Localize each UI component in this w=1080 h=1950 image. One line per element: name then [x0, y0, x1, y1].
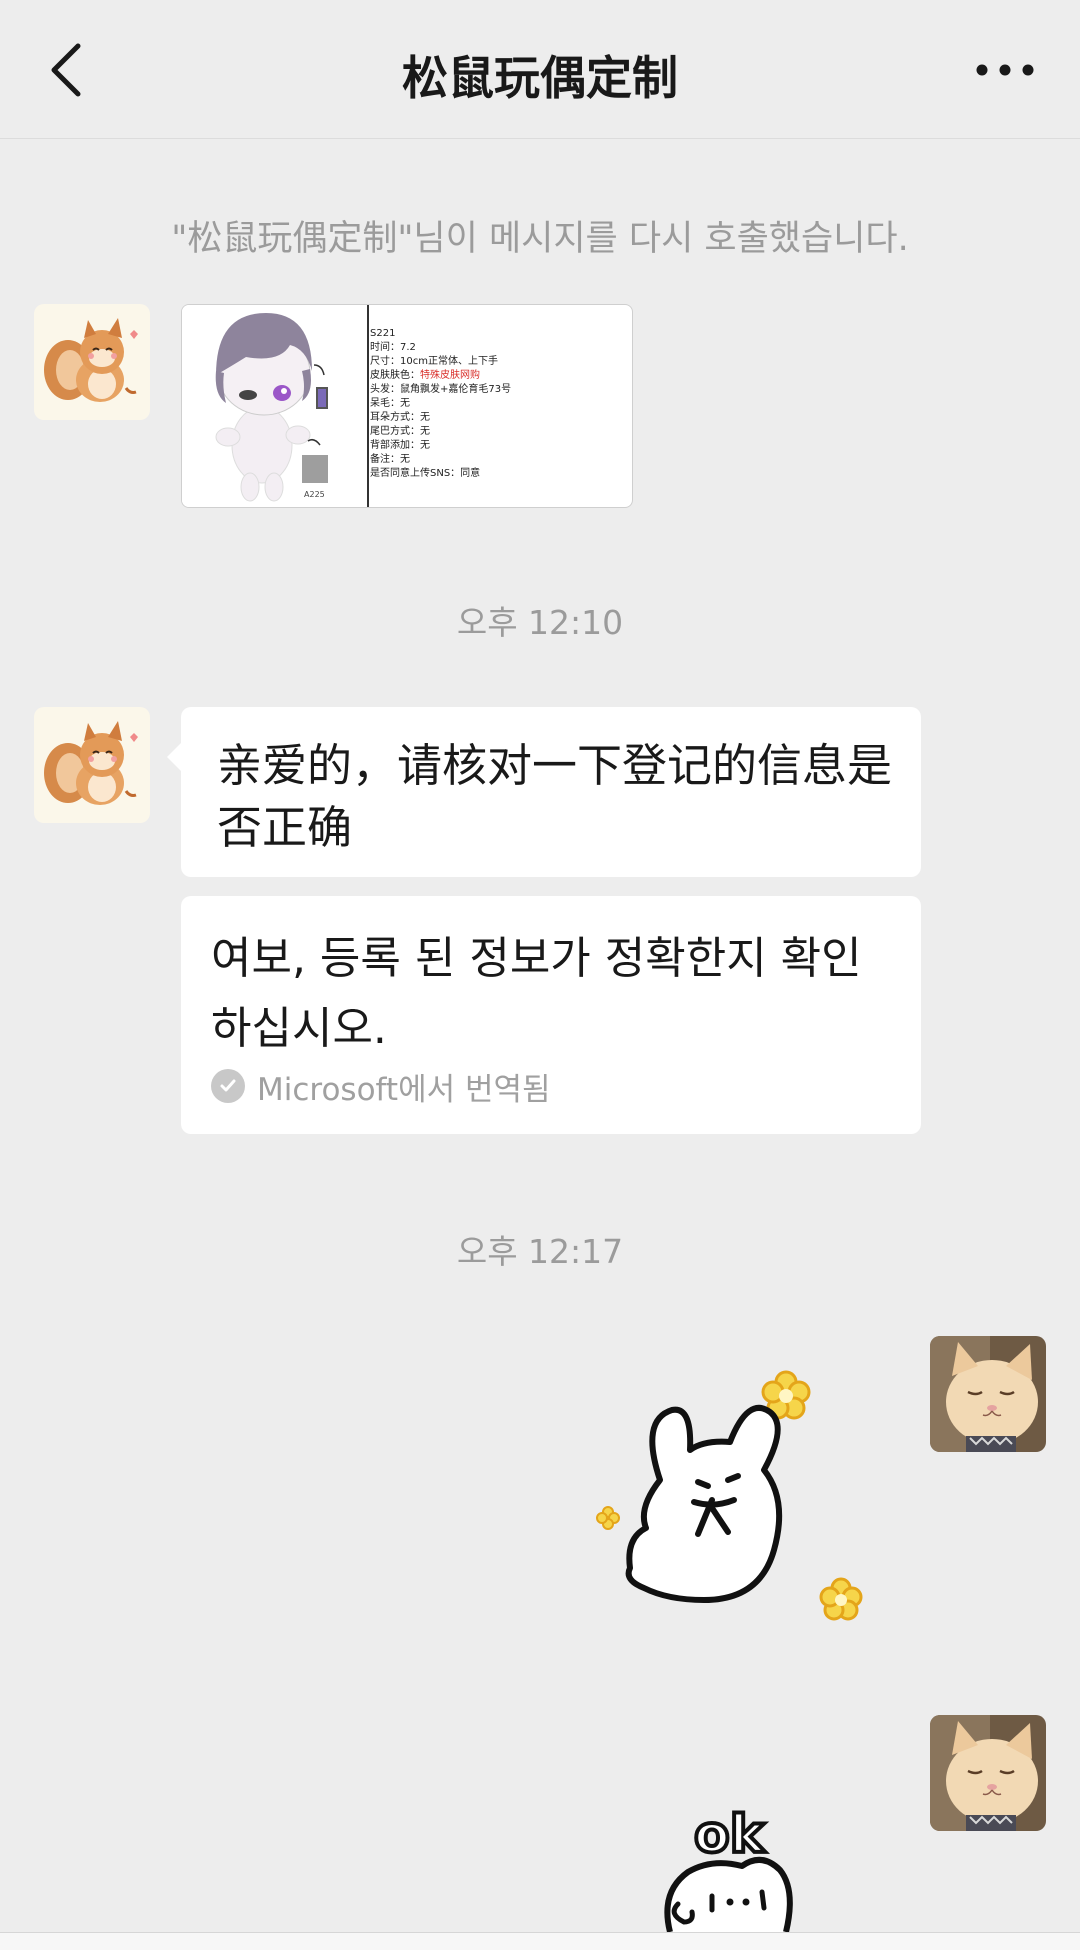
translation-text: 여보, 등록 된 정보가 정확한지 확인하십시오.	[211, 933, 862, 1054]
chat-title: 松鼠玩偶定制	[402, 51, 678, 105]
flower-icon	[819, 1577, 863, 1621]
recall-notice: "松鼠玩偶定制"님이 메시지를 다시 호출했습니다.	[171, 219, 909, 259]
check-circle-icon	[211, 1069, 245, 1103]
timestamp: 오후 12:17	[456, 1232, 624, 1271]
my-avatar[interactable]	[930, 1336, 1046, 1452]
sticker-bunny[interactable]	[590, 1360, 870, 1630]
doll-image: A225	[182, 305, 367, 507]
doll-code-label: A225	[304, 490, 325, 499]
sticker-ok-text: ok	[694, 1805, 766, 1865]
flower-icon	[596, 1506, 620, 1530]
doll-spec-text: S221 时间：7.2 尺寸：10cm正常体、上下手 皮肤肤色：特殊皮肤网购 头…	[370, 328, 512, 479]
image-divider	[367, 305, 369, 507]
contact-avatar[interactable]	[34, 707, 150, 823]
more-dots-icon[interactable]	[970, 44, 1040, 94]
contact-avatar[interactable]	[34, 304, 150, 420]
my-avatar[interactable]	[930, 1715, 1046, 1831]
message-text: 亲爱的，请核对一下登记的信息是否正确	[217, 739, 893, 854]
translation-label: Microsoft에서 번역됨	[257, 1071, 551, 1108]
message-bubble[interactable]: 亲爱的，请核对一下登记的信息是否正确	[167, 707, 921, 877]
input-bar-edge	[0, 1932, 1080, 1950]
chat-header: 松鼠玩偶定制	[0, 0, 1080, 139]
translation-bubble[interactable]: 여보, 등록 된 정보가 정확한지 확인하십시오. Microsoft에서 번역…	[181, 896, 921, 1134]
image-message[interactable]: A225 S221 时间：7.2 尺寸：10cm正常体、上下手 皮肤肤色：特殊皮…	[181, 304, 633, 508]
timestamp: 오후 12:10	[456, 603, 624, 642]
sticker-ok[interactable]: ok	[650, 1800, 810, 1932]
translation-source: Microsoft에서 번역됨	[211, 1066, 551, 1108]
